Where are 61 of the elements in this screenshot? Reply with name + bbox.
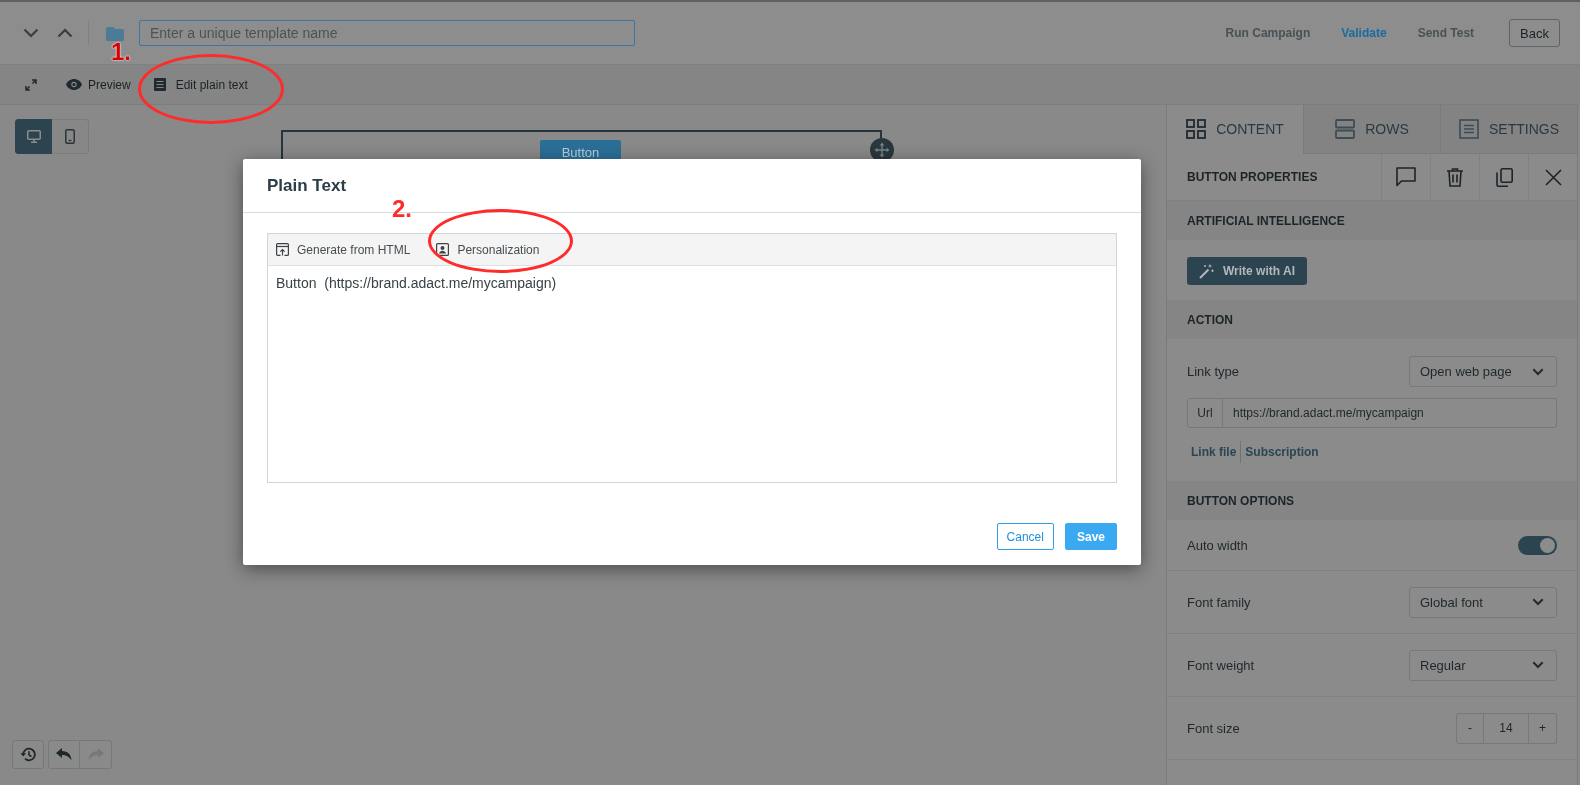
section-header: ACTION xyxy=(1167,300,1577,339)
url-addon-label: Url xyxy=(1187,398,1223,428)
increase-button[interactable]: + xyxy=(1529,712,1557,744)
field-label: Auto width xyxy=(1187,537,1248,553)
undo-button[interactable] xyxy=(48,740,80,769)
document-icon xyxy=(153,78,166,91)
close-icon xyxy=(1544,168,1562,186)
write-with-ai-button[interactable]: Write with AI xyxy=(1187,257,1307,285)
decrease-button[interactable]: - xyxy=(1456,712,1484,744)
sidebar-tab[interactable]: SETTINGS xyxy=(1440,105,1577,154)
plain-text-area[interactable]: Button (https://brand.adact.me/mycampaign) xyxy=(268,266,1116,482)
edit-plain-text-button[interactable]: Edit plain text xyxy=(153,77,248,92)
grid-icon xyxy=(1186,119,1207,139)
section-header: BUTTON OPTIONS xyxy=(1167,481,1577,520)
section-header: ARTIFICIAL INTELLIGENCE xyxy=(1167,201,1577,240)
dropdown-select[interactable]: Global font xyxy=(1409,586,1557,618)
device-toggle-button[interactable] xyxy=(52,119,89,154)
copy-icon xyxy=(1495,167,1513,187)
preview-button[interactable]: Preview xyxy=(66,77,131,92)
toggle-switch[interactable] xyxy=(1518,535,1557,555)
chevron-up-icon[interactable] xyxy=(57,28,73,38)
chevron-down-icon xyxy=(1532,598,1544,606)
history-button[interactable] xyxy=(12,740,44,769)
link-option[interactable]: Link file xyxy=(1187,441,1241,463)
chevron-down-icon xyxy=(1532,661,1544,669)
save-button[interactable]: Save xyxy=(1064,523,1117,550)
field-label: Font family xyxy=(1187,594,1251,610)
field-label: Link type xyxy=(1187,364,1240,379)
cancel-button[interactable]: Cancel xyxy=(996,523,1054,550)
speech-bubble-icon xyxy=(1396,167,1416,187)
rows-icon xyxy=(1335,119,1356,139)
chevron-down-icon xyxy=(1532,367,1544,376)
expand-icon[interactable] xyxy=(25,78,37,91)
device-toggle-button[interactable] xyxy=(15,119,52,154)
mobile-icon xyxy=(65,129,75,144)
personalization-button[interactable]: Personalization xyxy=(436,242,540,257)
sidebar-tab[interactable]: ROWS xyxy=(1303,105,1440,154)
desktop-icon xyxy=(26,130,41,143)
panel-title: BUTTON PROPERTIES xyxy=(1186,169,1319,186)
trash-icon xyxy=(1447,167,1463,187)
person-card-icon xyxy=(436,243,450,256)
number-field[interactable]: 14 xyxy=(1484,712,1529,744)
chevron-down-icon[interactable] xyxy=(23,28,39,38)
magic-wand-icon xyxy=(1199,263,1214,279)
upload-box-icon xyxy=(276,243,289,256)
eye-icon xyxy=(66,79,82,90)
link-option[interactable]: Subscription xyxy=(1240,441,1323,463)
document-lines-icon xyxy=(1459,119,1479,139)
dropdown-select[interactable]: Regular xyxy=(1409,649,1557,681)
annotation-number: 2. xyxy=(392,197,412,221)
template-name-input[interactable]: Enter a unique template name xyxy=(139,20,635,46)
dropdown-select[interactable]: Open web page xyxy=(1409,356,1557,387)
dialog-title: Plain Text xyxy=(267,175,347,196)
field-label: Font weight xyxy=(1187,657,1255,673)
undo-icon xyxy=(56,748,72,761)
history-icon xyxy=(20,747,36,762)
generate-from-html-button[interactable]: Generate from HTML xyxy=(276,242,411,257)
back-button[interactable]: Back xyxy=(1509,19,1560,47)
field-label: Font size xyxy=(1187,720,1240,736)
url-input[interactable]: https://brand.adact.me/mycampaign xyxy=(1223,398,1557,428)
annotation-number: 1. xyxy=(111,40,131,64)
